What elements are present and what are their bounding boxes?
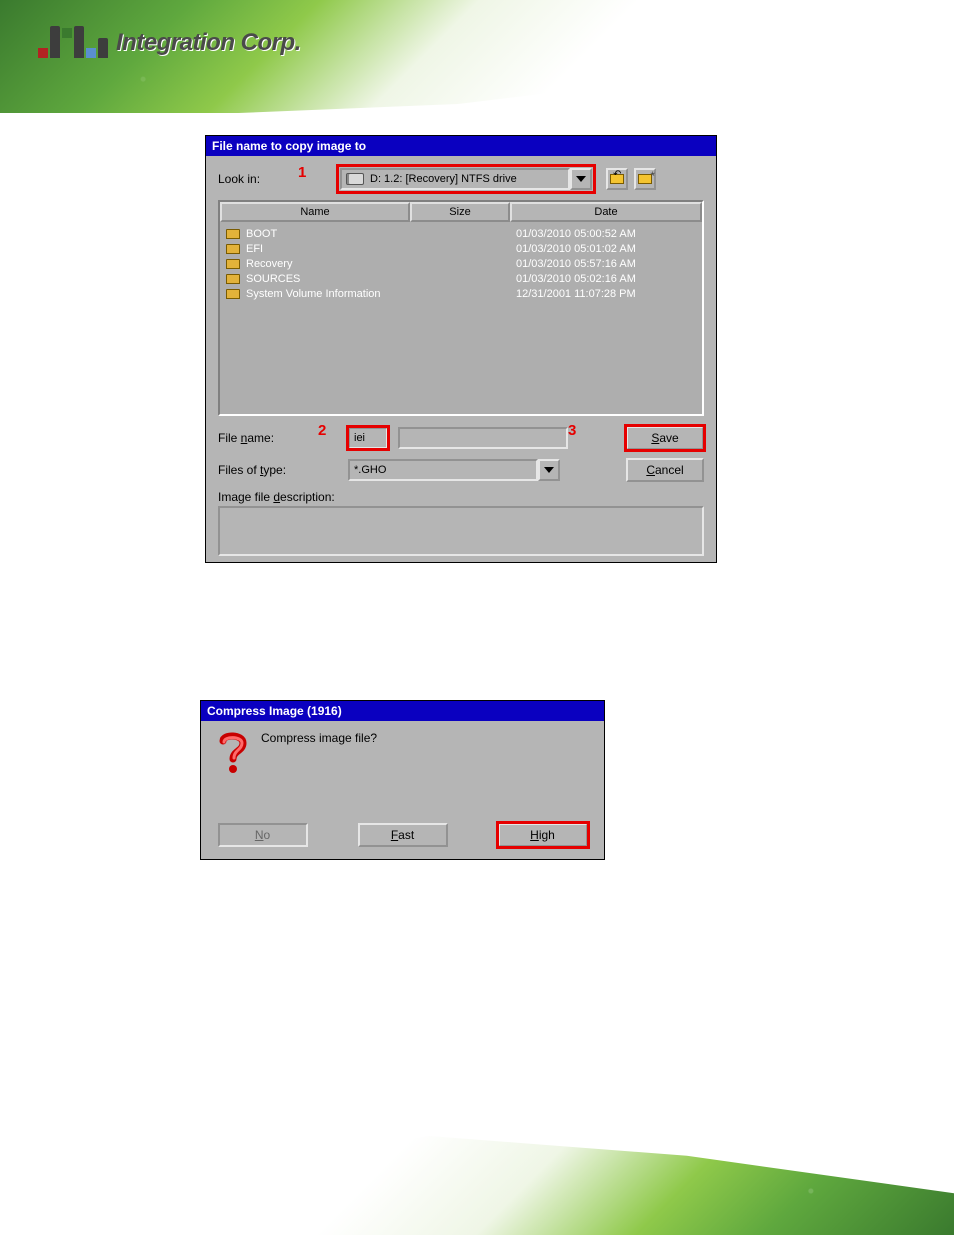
drive-icon <box>346 173 364 185</box>
question-icon <box>215 731 251 775</box>
dialog-title: Compress Image (1916) <box>201 701 604 721</box>
row-date: 01/03/2010 05:57:16 AM <box>516 258 696 270</box>
logo-text: Integration Corp. <box>116 29 301 57</box>
list-item[interactable]: EFI 01/03/2010 05:01:02 AM <box>226 241 696 256</box>
row-date: 12/31/2001 11:07:28 PM <box>516 288 696 300</box>
file-list-header: Name Size Date <box>220 202 702 222</box>
look-in-dropdown-button[interactable] <box>570 168 592 190</box>
annotation-1: 1 <box>298 164 306 181</box>
row-name: SOURCES <box>246 273 300 285</box>
look-in-value: D: 1.2: [Recovery] NTFS drive <box>370 173 517 185</box>
col-name[interactable]: Name <box>220 202 410 222</box>
file-list-rows: BOOT 01/03/2010 05:00:52 AM EFI 01/03/20… <box>220 222 702 305</box>
row-name: BOOT <box>246 228 277 240</box>
footer-decor <box>0 1125 954 1235</box>
files-type-dropdown-button[interactable] <box>538 459 560 481</box>
file-name-input-rest[interactable] <box>398 427 568 449</box>
description-box[interactable] <box>218 506 704 556</box>
compress-dialog: Compress Image (1916) Compress image fil… <box>200 700 605 860</box>
row-date: 01/03/2010 05:02:16 AM <box>516 273 696 285</box>
up-folder-icon <box>610 174 624 184</box>
files-type-select[interactable]: *.GHO <box>348 459 560 481</box>
save-button[interactable]: Save <box>626 426 704 450</box>
row-name: System Volume Information <box>246 288 381 300</box>
no-button[interactable]: No <box>218 823 308 847</box>
file-name-input[interactable] <box>348 427 388 449</box>
row-date: 01/03/2010 05:01:02 AM <box>516 243 696 255</box>
folder-icon <box>226 274 240 284</box>
compress-message: Compress image file? <box>261 731 377 745</box>
logo-mark <box>38 28 108 58</box>
high-button[interactable]: High <box>498 823 588 847</box>
folder-icon <box>226 244 240 254</box>
new-folder-icon <box>638 174 652 184</box>
files-type-label: Files of type: <box>218 463 338 477</box>
list-item[interactable]: BOOT 01/03/2010 05:00:52 AM <box>226 226 696 241</box>
brand-logo: Integration Corp. <box>38 28 301 58</box>
list-item[interactable]: Recovery 01/03/2010 05:57:16 AM <box>226 256 696 271</box>
dialog-title: File name to copy image to <box>206 136 716 156</box>
description-label: Image file description: <box>218 490 704 504</box>
annotation-3: 3 <box>568 422 576 439</box>
cancel-button[interactable]: Cancel <box>626 458 704 482</box>
folder-icon <box>226 289 240 299</box>
row-date: 01/03/2010 05:00:52 AM <box>516 228 696 240</box>
list-item[interactable]: SOURCES 01/03/2010 05:02:16 AM <box>226 271 696 286</box>
new-folder-button[interactable] <box>634 168 656 190</box>
chevron-down-icon <box>544 467 554 473</box>
row-name: Recovery <box>246 258 292 270</box>
save-image-dialog: File name to copy image to Look in: 1 D:… <box>205 135 717 563</box>
col-size[interactable]: Size <box>410 202 510 222</box>
file-list[interactable]: Name Size Date BOOT 01/03/2010 05:00:52 … <box>218 200 704 416</box>
files-type-value: *.GHO <box>354 464 386 476</box>
up-folder-button[interactable] <box>606 168 628 190</box>
list-item[interactable]: System Volume Information 12/31/2001 11:… <box>226 286 696 301</box>
folder-icon <box>226 229 240 239</box>
chevron-down-icon <box>576 176 586 182</box>
look-in-label: Look in: <box>218 172 328 186</box>
look-in-highlight: D: 1.2: [Recovery] NTFS drive <box>338 166 594 192</box>
fast-button[interactable]: Fast <box>358 823 448 847</box>
col-date[interactable]: Date <box>510 202 702 222</box>
annotation-2: 2 <box>318 422 326 439</box>
look-in-dropdown[interactable]: D: 1.2: [Recovery] NTFS drive <box>340 168 570 190</box>
folder-icon <box>226 259 240 269</box>
row-name: EFI <box>246 243 263 255</box>
